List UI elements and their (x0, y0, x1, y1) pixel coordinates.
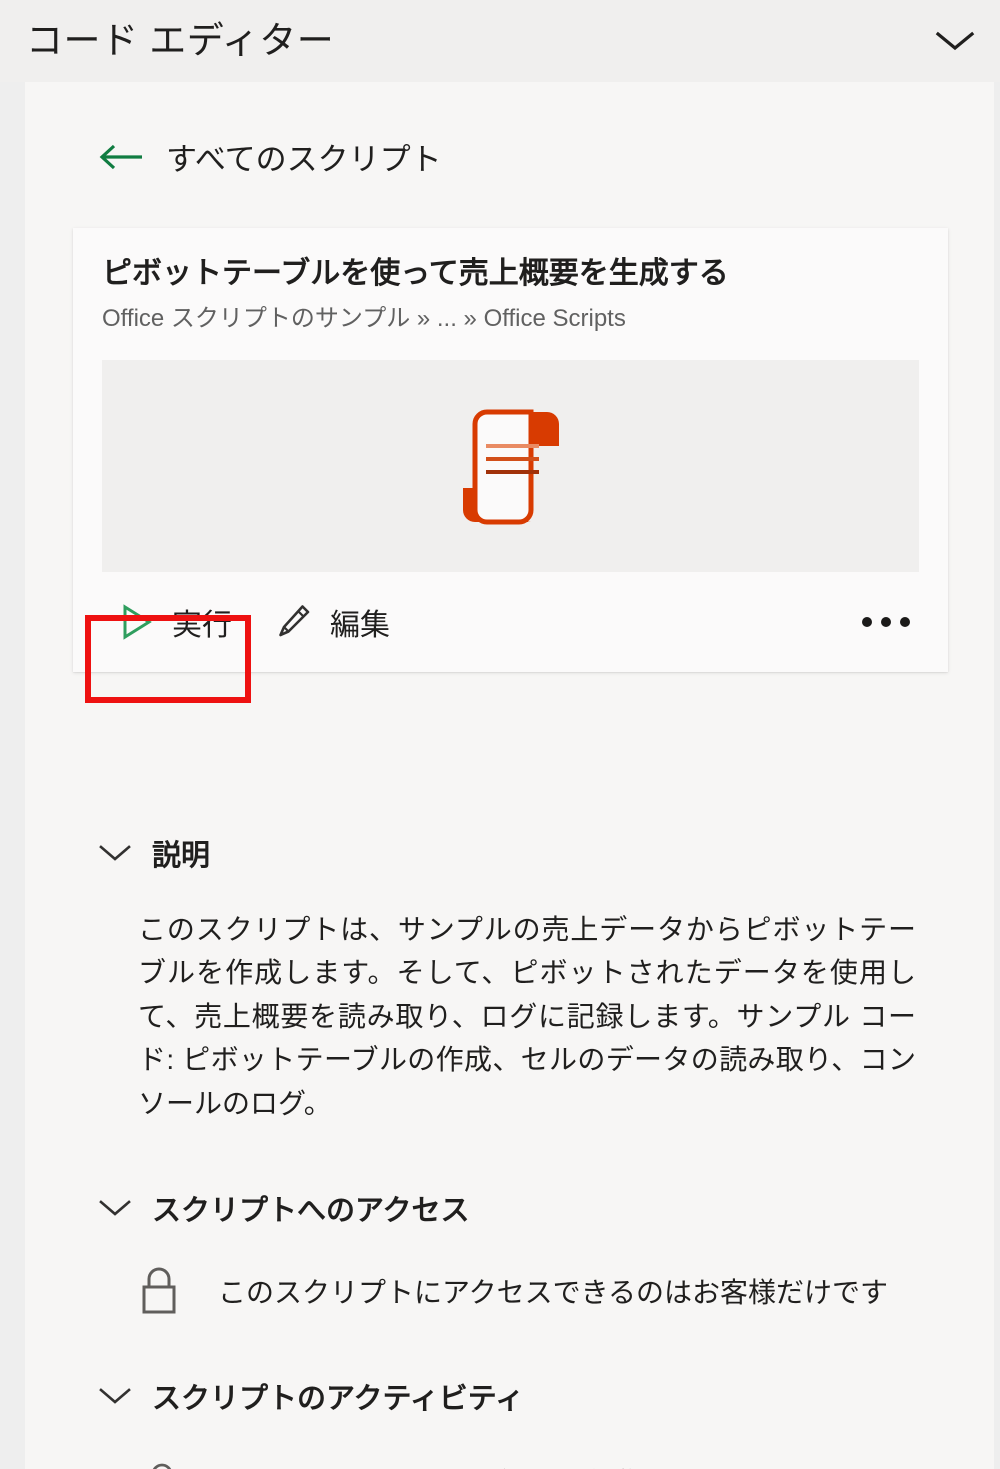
script-access-row: このスクリプトにアクセスできるのはお客様だけです (25, 1265, 994, 1317)
section-title: スクリプトへのアクセス (152, 1194, 470, 1227)
run-button[interactable]: 実行 (106, 592, 246, 652)
chevron-down-icon (99, 1200, 131, 1216)
arrow-left-icon (99, 144, 142, 169)
ellipsis-icon (900, 617, 910, 628)
breadcrumb: Office スクリプトのサンプル » ... » Office Scripts (102, 305, 626, 332)
script-scroll-icon (462, 409, 559, 525)
script-thumbnail (102, 360, 919, 573)
section-script-activity-header[interactable]: スクリプトのアクティビティ (25, 1375, 524, 1417)
task-pane-header: コード エディター (0, 0, 1000, 82)
edit-button[interactable]: 編集 (262, 592, 404, 652)
back-label: すべてのスクリプト (166, 142, 442, 177)
section-script-access-header[interactable]: スクリプトへのアクセス (25, 1187, 470, 1229)
section-description: 説明 このスクリプトは、サンプルの売上データからピボットテーブルを作成します。そ… (25, 832, 994, 1125)
lock-icon (142, 1267, 176, 1314)
section-script-access: スクリプトへのアクセス このスクリプトにアクセスできるのはお客様だけです (25, 1187, 994, 1317)
ellipsis-icon (862, 617, 872, 628)
section-title: スクリプトのアクティビティ (152, 1382, 525, 1415)
collapse-pane-button[interactable] (932, 18, 978, 64)
person-icon (152, 1463, 172, 1469)
chevron-down-icon (99, 845, 131, 861)
pane-left-edge (0, 82, 25, 1469)
more-options-button[interactable] (848, 607, 924, 637)
back-to-all-scripts[interactable]: すべてのスクリプト (25, 82, 442, 179)
page-title: コード エディター (26, 19, 335, 61)
chevron-down-icon (935, 31, 975, 51)
description-text: このスクリプトは、サンプルの売上データからピボットテーブルを作成します。そして、… (138, 914, 916, 1119)
section-title: 説明 (152, 840, 211, 872)
section-description-header[interactable]: 説明 (25, 832, 210, 874)
edit-label: 編集 (330, 609, 390, 643)
script-activity-text: Microsoft Corporation がこれを編集しました (215, 1461, 751, 1469)
run-label: 実行 (172, 609, 232, 643)
code-editor-task-pane: コード エディター すべてのスクリプト ピボットテーブルを使って売上概要を生成す… (0, 0, 1000, 1469)
section-description-body: このスクリプトは、サンプルの売上データからピボットテーブルを作成します。そして、… (25, 908, 994, 1125)
script-activity-row: Microsoft Corporation がこれを編集しました (25, 1461, 994, 1469)
play-triangle-icon (123, 604, 152, 640)
task-pane-body: すべてのスクリプト ピボットテーブルを使って売上概要を生成する Office ス… (25, 82, 994, 1469)
script-card: ピボットテーブルを使って売上概要を生成する Office スクリプトのサンプル … (73, 228, 948, 673)
script-access-text: このスクリプトにアクセスできるのはお客様だけです (218, 1276, 889, 1308)
pencil-icon (279, 605, 310, 637)
pane-right-edge (994, 82, 1000, 1469)
chevron-down-icon (99, 1388, 131, 1404)
ellipsis-icon (881, 617, 891, 628)
script-title: ピボットテーブルを使って売上概要を生成する (102, 257, 729, 290)
section-script-activity: スクリプトのアクティビティ Microsoft Corporation がこれを… (25, 1375, 994, 1469)
script-card-actions: 実行 編集 (73, 572, 948, 672)
